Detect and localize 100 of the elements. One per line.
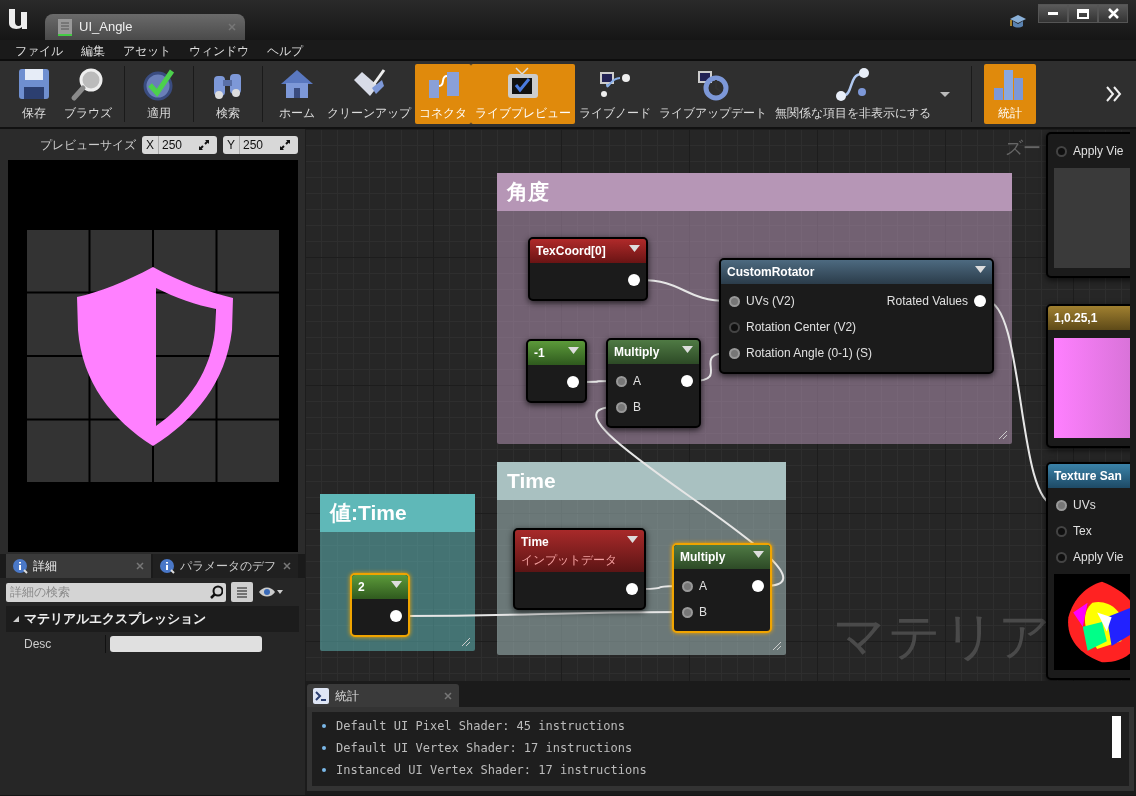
panel-tab[interactable]: 詳細 [6, 554, 151, 578]
output-pin[interactable] [628, 274, 640, 286]
curve-dots-icon [834, 66, 872, 102]
preview-width-field[interactable]: X 250 [142, 136, 217, 154]
pin-label: Rotation Angle (0-1) (S) [746, 345, 873, 362]
tab-label: 詳細 [33, 558, 57, 575]
close-icon[interactable] [135, 561, 145, 571]
input-pin[interactable] [1056, 499, 1067, 511]
graph-node[interactable]: Multiply A B [672, 543, 772, 633]
axis-label: Y [223, 136, 240, 154]
input-pin[interactable] [682, 606, 693, 618]
category-header[interactable]: マテリアルエクスプレッション [6, 606, 299, 632]
resize-grip-icon[interactable] [997, 429, 1009, 441]
toolbar-button[interactable]: ブラウズ [60, 64, 116, 124]
toolbar-button[interactable]: ライブノード [575, 64, 655, 124]
maximize-button[interactable] [1068, 4, 1098, 23]
output-pin[interactable] [390, 610, 402, 622]
toolbar-button[interactable]: 検索 [202, 64, 254, 124]
comment-title: 値:Time [330, 501, 407, 524]
graph-node[interactable]: CustomRotator UVs (V2) Rotated Values Rotation Center (V2) Rotation Angle (0-1) (S) [719, 258, 994, 374]
property-label: Desc [6, 634, 106, 653]
collapse-arrow-icon[interactable] [682, 346, 693, 353]
category-title: マテリアルエクスプレッション [24, 610, 206, 628]
pin-label: B [699, 604, 707, 621]
toolbar-button[interactable]: 保存 [8, 64, 60, 124]
drag-arrows-icon [199, 140, 209, 150]
visibility-button[interactable] [258, 586, 284, 598]
bullet-icon [322, 746, 326, 750]
toolbar-button[interactable]: ライブアップデート [655, 64, 771, 124]
panel-tab[interactable]: パラメータのデフ [153, 554, 298, 578]
comment-title: Time [507, 469, 556, 492]
pin-label: Rotated Values [886, 293, 968, 310]
toolbar-button[interactable]: 無関係な項目を非表示にする [771, 64, 935, 124]
collapse-arrow-icon[interactable] [753, 551, 764, 558]
node-subtitle: インプットデータ [521, 552, 617, 569]
input-pin[interactable] [616, 401, 627, 413]
input-pin[interactable] [682, 580, 693, 592]
input-pin[interactable] [729, 295, 740, 307]
search-input[interactable]: 詳細の検索 [6, 583, 209, 601]
node-title: Texture San [1054, 468, 1122, 485]
output-pin[interactable] [626, 583, 638, 595]
graph-node[interactable]: Texture San UVs Tex Apply Vie [1046, 462, 1130, 680]
text-field[interactable] [110, 635, 262, 652]
panel-tab[interactable]: 統計 [307, 684, 459, 707]
menu-item[interactable]: ヘルプ [258, 40, 312, 59]
collapse-arrow-icon[interactable] [975, 266, 986, 273]
log-line: Default UI Pixel Shader: 45 instructions [336, 718, 625, 735]
close-icon[interactable] [282, 561, 292, 571]
node-title: TexCoord[0] [536, 243, 606, 260]
resize-grip-icon[interactable] [460, 636, 472, 648]
graph-node[interactable]: -1 [526, 339, 587, 403]
view-options-button[interactable] [231, 582, 253, 602]
input-pin[interactable] [729, 347, 740, 359]
menu-item[interactable]: アセット [114, 40, 180, 59]
document-tab[interactable]: UI_Angle [45, 14, 245, 40]
toolbar-button[interactable]: クリーンアップ [323, 64, 415, 124]
collapse-arrow-icon[interactable] [629, 245, 640, 252]
number-input[interactable]: 250 [159, 136, 199, 154]
input-pin[interactable] [1056, 525, 1067, 537]
pin-label: B [633, 399, 641, 416]
expanded-triangle-icon [12, 614, 20, 623]
input-pin[interactable] [1056, 551, 1067, 563]
pin-label: UVs [1073, 497, 1096, 514]
output-pin[interactable] [681, 375, 693, 387]
search-field[interactable]: 詳細の検索 [6, 582, 226, 602]
graph-node[interactable]: 2 [350, 573, 410, 637]
toolbar-button[interactable]: 適用 [133, 64, 185, 124]
toolbar-button[interactable]: ホーム [271, 64, 323, 124]
minimize-button[interactable] [1038, 4, 1068, 23]
caret-icon [939, 90, 951, 98]
menu-item[interactable]: ウィンドウ [180, 40, 258, 59]
preview-height-field[interactable]: Y 250 [223, 136, 298, 154]
close-button[interactable] [1098, 4, 1128, 23]
node-title: Multiply [680, 549, 726, 566]
graph-node[interactable]: Multiply A B [606, 338, 701, 428]
output-pin[interactable] [752, 580, 764, 592]
pin-label: UVs (V2) [746, 293, 795, 310]
output-pin[interactable] [974, 295, 986, 307]
resize-grip-icon[interactable] [771, 640, 783, 652]
scrollbar-thumb[interactable] [1112, 716, 1121, 758]
number-input[interactable]: 250 [240, 136, 280, 154]
output-pin[interactable] [567, 376, 579, 388]
graph-node[interactable]: TexCoord[0] [528, 237, 648, 301]
input-pin[interactable] [729, 321, 740, 333]
log-line: Instanced UI Vertex Shader: 17 instructions [336, 762, 647, 779]
menu-item[interactable]: ファイル [6, 40, 72, 59]
menu-item[interactable]: 編集 [72, 40, 114, 59]
graph-node[interactable]: 1,0.25,1 [1046, 304, 1130, 448]
console-icon [313, 687, 329, 704]
collapse-arrow-icon[interactable] [391, 581, 402, 588]
collapse-arrow-icon[interactable] [627, 536, 638, 543]
collapse-arrow-icon[interactable] [568, 347, 579, 354]
close-icon[interactable] [443, 690, 453, 701]
graph-node[interactable]: Apply Vie [1046, 132, 1130, 278]
input-pin[interactable] [1056, 145, 1067, 157]
graph-node[interactable]: Time インプットデータ [513, 528, 646, 610]
input-pin[interactable] [616, 375, 627, 387]
minimize-icon [1048, 12, 1058, 15]
axis-label: X [142, 136, 159, 154]
pin-label: Apply Vie [1073, 549, 1124, 566]
